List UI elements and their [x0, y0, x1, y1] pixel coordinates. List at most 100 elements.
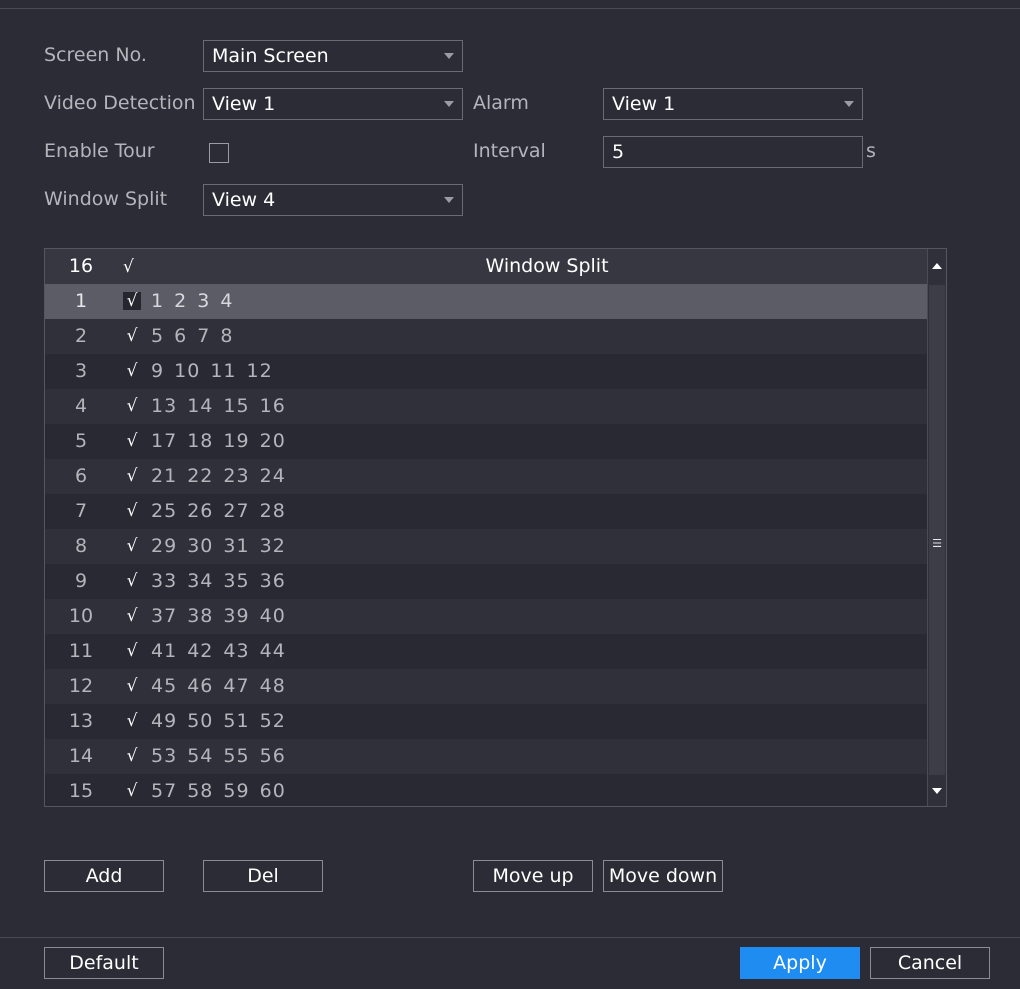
table-row[interactable]: 13 √ 49 50 51 52 [45, 704, 929, 739]
row-checkbox[interactable]: √ [123, 397, 141, 415]
row-channels: 17 18 19 20 [151, 430, 286, 452]
top-divider [0, 0, 1020, 9]
table-row[interactable]: 5 √ 17 18 19 20 [45, 424, 929, 459]
header-count: 16 [68, 255, 94, 277]
row-number: 4 [74, 395, 88, 417]
alarm-select[interactable]: View 1 [603, 88, 863, 120]
row-channels: 13 14 15 16 [151, 395, 286, 417]
move-down-button[interactable]: Move down [603, 860, 723, 892]
enable-tour-checkbox[interactable] [209, 143, 229, 163]
table-row[interactable]: 14 √ 53 54 55 56 [45, 739, 929, 774]
screen-no-value: Main Screen [212, 45, 329, 67]
window-split-label: Window Split [44, 188, 168, 210]
row-checkbox[interactable]: √ [123, 502, 141, 520]
video-detection-value: View 1 [212, 93, 276, 115]
row-checkbox[interactable]: √ [123, 537, 141, 555]
alarm-value: View 1 [612, 93, 676, 115]
row-number: 2 [74, 325, 88, 347]
row-number: 11 [68, 640, 94, 662]
row-checkbox[interactable]: √ [123, 327, 141, 345]
header-title: Window Split [485, 255, 609, 277]
table-row[interactable]: 15 √ 57 58 59 60 [45, 774, 929, 806]
row-channels: 29 30 31 32 [151, 535, 286, 557]
row-number: 12 [68, 675, 94, 697]
row-checkbox[interactable]: √ [123, 642, 141, 660]
row-channels: 5 6 7 8 [151, 325, 234, 347]
row-channels: 25 26 27 28 [151, 500, 286, 522]
window-split-select[interactable]: View 4 [203, 184, 463, 216]
table-row[interactable]: 4 √ 13 14 15 16 [45, 389, 929, 424]
row-number: 15 [68, 780, 94, 802]
interval-input[interactable]: 5 [603, 136, 863, 168]
enable-tour-label: Enable Tour [44, 140, 155, 162]
table-row[interactable]: 8 √ 29 30 31 32 [45, 529, 929, 564]
row-number: 14 [68, 745, 94, 767]
cancel-button[interactable]: Cancel [870, 947, 990, 979]
row-checkbox[interactable]: √ [123, 362, 141, 380]
row-channels: 57 58 59 60 [151, 780, 286, 802]
table-body: 1 √ 1 2 3 4 2 √ 5 6 7 8 3 √ 9 10 11 12 4 √ 13 14 15… [45, 284, 929, 806]
apply-button[interactable]: Apply [740, 947, 860, 979]
row-checkbox[interactable]: √ [123, 712, 141, 730]
row-channels: 33 34 35 36 [151, 570, 286, 592]
screen-no-label: Screen No. [44, 44, 147, 66]
table-row[interactable]: 2 √ 5 6 7 8 [45, 319, 929, 354]
row-channels: 45 46 47 48 [151, 675, 286, 697]
interval-label: Interval [473, 140, 546, 162]
video-detection-select[interactable]: View 1 [203, 88, 463, 120]
row-checkbox[interactable]: √ [123, 292, 141, 310]
row-channels: 21 22 23 24 [151, 465, 286, 487]
move-up-button[interactable]: Move up [473, 860, 593, 892]
row-checkbox[interactable]: √ [123, 747, 141, 765]
row-number: 5 [74, 430, 88, 452]
screen-no-select[interactable]: Main Screen [203, 40, 463, 72]
grip-icon: ☰ [932, 537, 942, 550]
window-split-value: View 4 [212, 189, 276, 211]
table-row[interactable]: 10 √ 37 38 39 40 [45, 599, 929, 634]
row-channels: 9 10 11 12 [151, 360, 273, 382]
table-row[interactable]: 1 √ 1 2 3 4 [45, 284, 929, 319]
table-scrollbar[interactable]: ☰ [927, 249, 946, 806]
interval-value: 5 [612, 141, 625, 163]
interval-unit: s [866, 140, 876, 162]
row-number: 10 [68, 605, 94, 627]
scroll-down-icon[interactable] [928, 776, 946, 806]
scroll-thumb[interactable]: ☰ [929, 285, 945, 775]
alarm-label: Alarm [473, 92, 529, 114]
default-button[interactable]: Default [44, 947, 164, 979]
row-channels: 49 50 51 52 [151, 710, 286, 732]
chevron-down-icon [444, 101, 454, 107]
chevron-down-icon [444, 53, 454, 59]
del-button[interactable]: Del [203, 860, 323, 892]
table-row[interactable]: 12 √ 45 46 47 48 [45, 669, 929, 704]
row-channels: 1 2 3 4 [151, 290, 234, 312]
row-checkbox[interactable]: √ [123, 572, 141, 590]
row-channels: 53 54 55 56 [151, 745, 286, 767]
table-row[interactable]: 11 √ 41 42 43 44 [45, 634, 929, 669]
table-header: 16 √ Window Split [45, 249, 929, 285]
video-detection-label: Video Detection [44, 92, 196, 114]
add-button[interactable]: Add [44, 860, 164, 892]
table-row[interactable]: 3 √ 9 10 11 12 [45, 354, 929, 389]
row-channels: 41 42 43 44 [151, 640, 286, 662]
window-split-table: 16 √ Window Split 1 √ 1 2 3 4 2 √ 5 6 7 8 3 √ 9 … [44, 248, 947, 807]
row-checkbox[interactable]: √ [123, 432, 141, 450]
select-all-checkbox[interactable]: √ [123, 259, 134, 276]
row-number: 9 [74, 570, 88, 592]
scroll-up-icon[interactable] [928, 249, 946, 283]
row-checkbox[interactable]: √ [123, 677, 141, 695]
row-number: 1 [74, 290, 88, 312]
table-row[interactable]: 9 √ 33 34 35 36 [45, 564, 929, 599]
table-row[interactable]: 6 √ 21 22 23 24 [45, 459, 929, 494]
row-number: 7 [74, 500, 88, 522]
row-number: 13 [68, 710, 94, 732]
row-number: 6 [74, 465, 88, 487]
row-channels: 37 38 39 40 [151, 605, 286, 627]
row-number: 8 [74, 535, 88, 557]
chevron-down-icon [444, 197, 454, 203]
table-row[interactable]: 7 √ 25 26 27 28 [45, 494, 929, 529]
row-checkbox[interactable]: √ [123, 607, 141, 625]
row-checkbox[interactable]: √ [123, 467, 141, 485]
row-checkbox[interactable]: √ [123, 782, 141, 800]
row-number: 3 [74, 360, 88, 382]
